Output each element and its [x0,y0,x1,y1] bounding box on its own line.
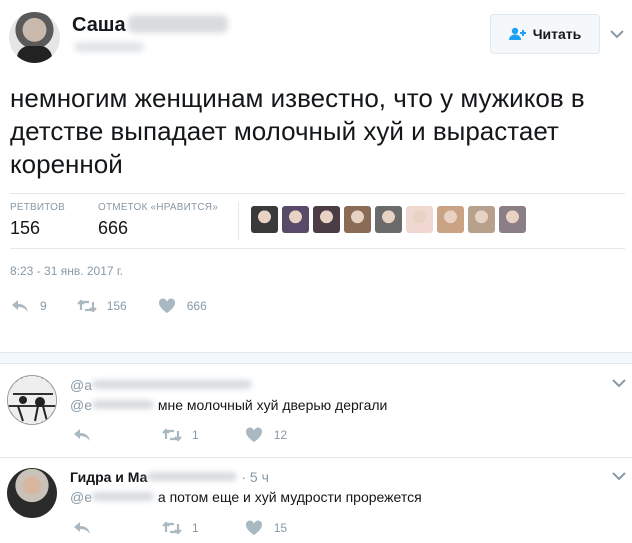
like-button[interactable]: 666 [157,298,207,314]
retweet-button[interactable]: 156 [76,298,127,314]
reply-actions: 1 12 [72,427,317,443]
retweet-count: 156 [106,299,127,313]
retweet-icon [162,428,182,442]
blurred-mention [92,400,154,409]
liker-avatar[interactable] [313,206,340,233]
reply-avatar[interactable] [7,375,57,425]
retweet-count: 1 [192,428,199,442]
main-tweet: Саша Читать немногим женщинам известно, … [0,0,632,350]
liker-avatar[interactable] [468,206,495,233]
stat-divider [238,202,239,240]
likes-count: 666 [98,218,129,238]
liker-avatar[interactable] [375,206,402,233]
retweet-icon [162,521,182,535]
blurred-name [147,472,238,481]
author-avatar[interactable] [9,12,60,63]
reply-icon [12,300,28,312]
retweets-count: 156 [10,218,41,238]
retweet-button[interactable]: 1 [162,520,199,536]
likes-label: ОТМЕТОК «НРАВИТСЯ» [98,202,218,213]
replies-separator [0,352,632,364]
chevron-down-icon[interactable] [610,30,624,39]
divider [10,193,625,194]
follow-button[interactable]: Читать [490,14,600,54]
reply-icon [74,429,90,441]
reply-text: @e а потом еще и хуй мудрости прорежется [70,489,422,505]
reply-header: @a [70,377,252,393]
reply-icon [74,522,90,534]
chevron-down-icon[interactable] [612,379,626,388]
blurred-mention [92,492,154,501]
retweet-button[interactable]: 1 [162,427,199,443]
like-count: 666 [186,299,207,313]
reply-header: Гидра и Ма · 5 ч [70,469,269,485]
retweets-stat[interactable]: РЕТВИТОВ 156 [10,202,65,239]
heart-icon [158,298,175,313]
tweet-text: немногим женщинам известно, что у мужико… [10,83,585,179]
reply-avatar[interactable] [7,468,57,518]
reply-actions: 1 15 [72,520,317,536]
reply-count: 9 [40,299,47,313]
reply-tweet[interactable]: @a @e мне молочный хуй дверью дергали 1 … [0,365,632,457]
engraving-image [8,376,56,424]
retweets-label: РЕТВИТОВ [10,202,66,213]
reply-button[interactable] [72,520,92,536]
retweet-icon [76,299,97,313]
heart-icon [245,520,262,535]
reply-button[interactable]: 9 [10,298,47,314]
reply-mention[interactable]: @e [70,397,92,413]
author-name[interactable]: Саша [72,14,228,37]
blurred-name [92,380,252,389]
chevron-down-icon[interactable] [612,472,626,481]
like-count: 12 [273,428,288,442]
follow-user-icon [508,27,526,40]
liker-avatars [251,206,526,233]
reply-body: а потом еще и хуй мудрости прорежется [157,489,422,505]
reply-button[interactable] [72,427,92,443]
reply-time[interactable]: 5 ч [250,469,269,485]
blurred-name [127,15,228,33]
reply-tweet[interactable]: Гидра и Ма · 5 ч @e а потом еще и хуй му… [0,458,632,543]
reply-handle[interactable]: @a [70,377,92,393]
liker-avatar[interactable] [406,206,433,233]
like-button[interactable]: 12 [244,427,287,443]
liker-avatar[interactable] [344,206,371,233]
liker-avatar[interactable] [499,206,526,233]
tweet-timestamp[interactable]: 8:23 - 31 янв. 2017 г. [10,264,123,278]
liker-avatar[interactable] [282,206,309,233]
author-name-text: Саша [72,14,126,36]
liker-avatar[interactable] [437,206,464,233]
reply-text: @e мне молочный хуй дверью дергали [70,397,387,413]
like-button[interactable]: 15 [244,520,287,536]
reply-body: мне молочный хуй дверью дергали [157,397,388,413]
tweet-actions: 9 156 666 [10,298,237,314]
like-count: 15 [273,521,288,535]
divider [10,248,625,249]
blurred-handle [74,42,144,52]
reply-mention[interactable]: @e [70,489,92,505]
likes-stat[interactable]: ОТМЕТОК «НРАВИТСЯ» 666 [98,202,218,239]
follow-label: Читать [532,26,582,42]
reply-author-name[interactable]: Гидра и Ма [70,469,147,485]
retweet-count: 1 [192,521,199,535]
liker-avatar[interactable] [251,206,278,233]
heart-icon [245,427,262,442]
